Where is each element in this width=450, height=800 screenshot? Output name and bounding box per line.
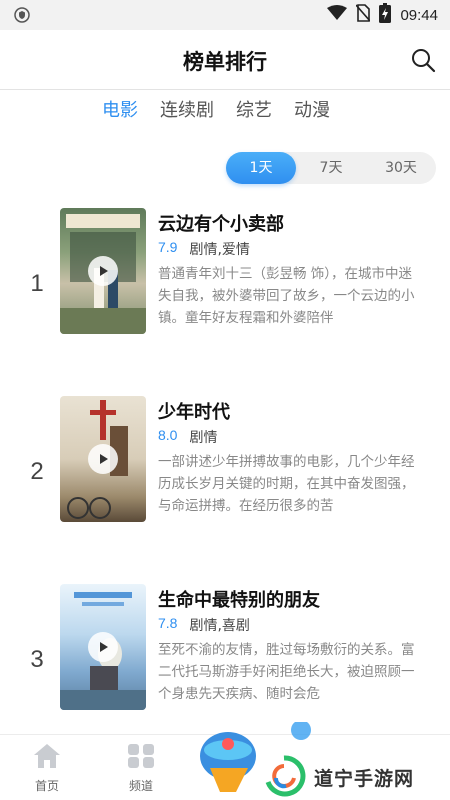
no-sim-icon	[355, 4, 372, 26]
status-time: 09:44	[400, 6, 438, 24]
movie-description: 普通青年刘十三（彭昱畅 饰），在城市中迷失自我，被外婆带回了故乡，一个云边的小镇…	[158, 266, 415, 326]
movie-score: 7.9	[158, 239, 178, 255]
movie-score: 8.0	[158, 427, 178, 443]
category-tabs: 电影 连续剧 综艺 动漫	[100, 98, 332, 124]
movie-meta: 7.9 剧情,爱情	[158, 239, 250, 259]
movie-genre: 剧情,喜剧	[189, 618, 250, 634]
tab-anime[interactable]: 动漫	[292, 98, 332, 124]
nav-home-label: 首页	[34, 779, 59, 793]
poster-image[interactable]	[60, 208, 146, 334]
play-button[interactable]	[88, 256, 118, 286]
movie-title: 少年时代	[158, 402, 230, 423]
list-item[interactable]: 3 生命中最特别的朋友 7.8 剧情,喜剧 至死不渝的友情，胜过每场敷衍的关系。…	[0, 584, 450, 712]
movie-title: 生命中最特别的朋友	[158, 590, 320, 611]
range-selector: 1天 7天 30天	[226, 152, 436, 184]
range-30-days[interactable]: 30天	[366, 152, 436, 184]
battery-icon	[379, 3, 392, 27]
movie-title: 云边有个小卖部	[158, 214, 284, 235]
watermark: 道宁手游网	[196, 722, 450, 800]
list-item[interactable]: 1 云边有个小卖部 7.9 剧情,爱情 普通青年刘十三（彭昱畅 饰），在城市中迷…	[0, 208, 450, 336]
poster-image[interactable]	[60, 584, 146, 710]
search-button[interactable]	[408, 45, 438, 75]
movie-genre: 剧情	[189, 430, 218, 446]
movie-genre: 剧情,爱情	[189, 242, 250, 258]
play-icon	[100, 454, 108, 464]
page-title: 榜单排行	[183, 50, 267, 74]
tab-variety[interactable]: 综艺	[234, 98, 274, 124]
nav-home[interactable]: 首页	[22, 743, 72, 794]
movie-meta: 8.0 剧情	[158, 427, 217, 447]
movie-score: 7.8	[158, 615, 178, 631]
play-icon	[100, 642, 108, 652]
play-button[interactable]	[88, 632, 118, 662]
play-button[interactable]	[88, 444, 118, 474]
list-item[interactable]: 2 少年时代 8.0 剧情 一部讲述少年拼搏故事的电影，几个少年经历成长岁月关键…	[0, 396, 450, 524]
grid-icon	[128, 744, 154, 768]
movie-description: 一部讲述少年拼搏故事的电影，几个少年经历成长岁月关键的时期，在其中奋发图强，与命…	[158, 454, 415, 514]
wifi-icon	[327, 5, 348, 25]
tab-movie[interactable]: 电影	[100, 98, 140, 124]
rank-number: 1	[30, 270, 44, 297]
range-1-day[interactable]: 1天	[226, 152, 296, 184]
app-header: 榜单排行	[0, 30, 450, 90]
rank-number: 2	[30, 458, 44, 485]
shield-icon	[14, 7, 30, 23]
movie-meta: 7.8 剧情,喜剧	[158, 615, 250, 635]
watermark-text: 道宁手游网	[314, 768, 415, 790]
tab-series[interactable]: 连续剧	[158, 98, 216, 124]
movie-description: 至死不渝的友情，胜过每场敷衍的关系。富二代托马斯游手好闲拒绝长大，被迫照顾一个身…	[158, 642, 415, 702]
search-icon	[412, 49, 436, 73]
nav-channel-label: 频道	[128, 779, 153, 793]
range-7-days[interactable]: 7天	[296, 152, 366, 184]
poster-image[interactable]	[60, 396, 146, 522]
nav-channel[interactable]: 频道	[116, 743, 166, 794]
rank-number: 3	[30, 646, 44, 673]
home-icon	[34, 744, 60, 768]
play-icon	[100, 266, 108, 276]
status-bar: 09:44	[0, 0, 450, 30]
